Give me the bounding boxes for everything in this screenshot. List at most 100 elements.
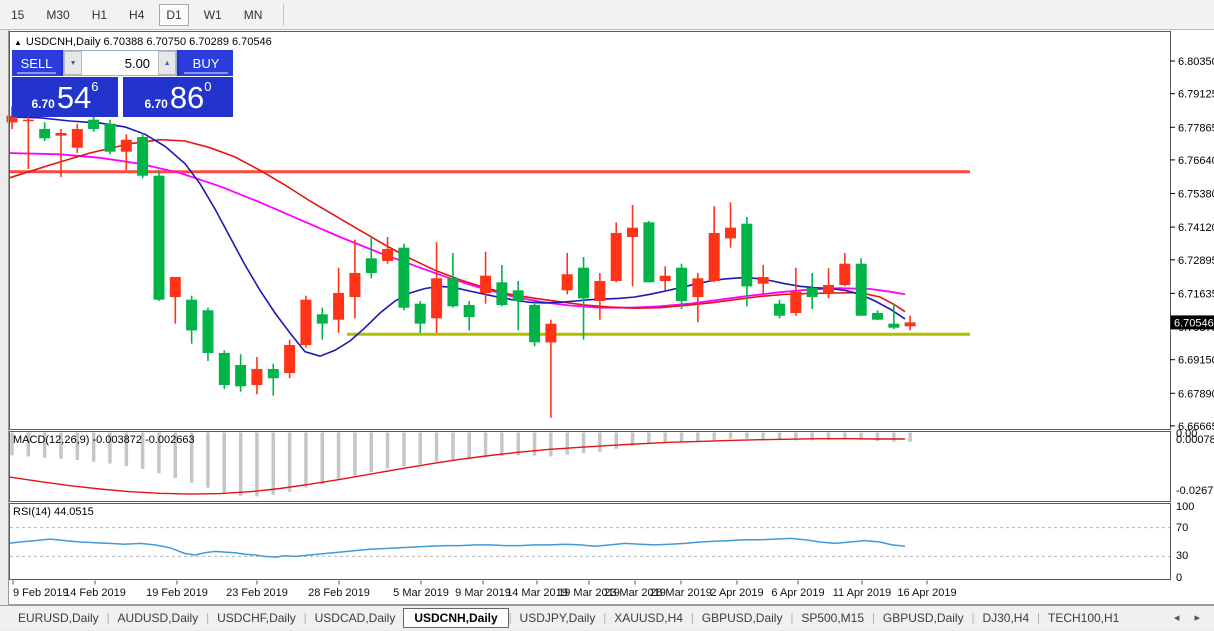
candle-body — [56, 133, 67, 136]
date-tick-label: 14 Feb 2019 — [64, 587, 126, 599]
chart-tab-usdcnh-daily[interactable]: USDCNH,Daily — [403, 608, 508, 628]
chart-tab-dj30-h4[interactable]: DJ30,H4 — [974, 608, 1037, 628]
chart-tab-bar: EURUSD,Daily|AUDUSD,Daily|USDCHF,Daily|U… — [0, 605, 1214, 630]
timeframe-button-15[interactable]: 15 — [4, 4, 31, 26]
candle-body — [872, 313, 883, 320]
candle-body — [317, 314, 328, 323]
candle-body — [121, 140, 132, 152]
candle-body — [219, 353, 230, 385]
candle-body — [105, 124, 116, 152]
candle-body — [382, 249, 393, 261]
macd-bar — [761, 433, 765, 440]
chart-tab-usdjpy-daily[interactable]: USDJPY,Daily — [512, 608, 604, 628]
sell-button[interactable]: SELL — [12, 50, 61, 76]
volume-increase-icon[interactable]: ▲ — [158, 51, 176, 75]
candle-body — [251, 369, 262, 385]
date-tick-label: 28 Feb 2019 — [308, 587, 370, 599]
candle-body — [709, 233, 720, 281]
macd-bar — [419, 433, 423, 465]
buy-price-box[interactable]: 6.70 86 0 — [123, 77, 233, 117]
current-price-badge-label: 6.70546 — [1174, 317, 1214, 329]
timeframe-button-M30[interactable]: M30 — [39, 4, 76, 26]
macd-bar — [223, 433, 227, 493]
timeframe-button-H1[interactable]: H1 — [85, 4, 114, 26]
candle-body — [741, 224, 752, 287]
buy-price-prefix: 6.70 — [144, 97, 167, 111]
chart-tab-xauusd-h4[interactable]: XAUUSD,H4 — [606, 608, 691, 628]
price-tick-label: 6.67890 — [1178, 388, 1214, 400]
candle-body — [611, 233, 622, 281]
macd-bar — [272, 433, 276, 495]
date-tick-label: 9 Mar 2019 — [455, 587, 511, 599]
macd-bar — [712, 433, 716, 441]
macd-bar — [255, 433, 259, 497]
sell-button-label: SELL — [21, 56, 53, 71]
macd-bar — [353, 433, 357, 476]
sell-price-prefix: 6.70 — [31, 97, 54, 111]
candle-body — [725, 228, 736, 239]
timeframe-button-W1[interactable]: W1 — [197, 4, 229, 26]
buy-price-main: 86 — [170, 83, 204, 113]
candle-body — [790, 292, 801, 313]
macd-bar — [615, 433, 619, 449]
candle-body — [807, 288, 818, 297]
chart-tab-audusd-daily[interactable]: AUDUSD,Daily — [110, 608, 207, 628]
macd-indicator-label: MACD(12,26,9) -0.003872 -0.002663 — [13, 434, 195, 446]
macd-bar — [566, 433, 570, 455]
price-tick-label: 6.79125 — [1178, 89, 1214, 101]
sell-price-main: 54 — [57, 83, 91, 113]
chart-tab-usdchf-daily[interactable]: USDCHF,Daily — [209, 608, 304, 628]
toolbar-separator — [283, 4, 284, 26]
macd-bar — [321, 433, 325, 485]
timeframe-button-MN[interactable]: MN — [237, 4, 270, 26]
candle-body — [137, 137, 148, 176]
candle-body — [333, 293, 344, 320]
candle-body — [39, 129, 50, 138]
indicator-axis-label: 100 — [1176, 501, 1194, 513]
chart-tab-eurusd-daily[interactable]: EURUSD,Daily — [10, 608, 107, 628]
macd-bar — [288, 433, 292, 492]
chart-tab-usdcad-daily[interactable]: USDCAD,Daily — [307, 608, 404, 628]
macd-bar — [500, 433, 504, 457]
candle-body — [578, 268, 589, 299]
candle-body — [529, 305, 540, 342]
macd-bar — [663, 433, 667, 443]
chart-tab-sp500-m15[interactable]: SP500,M15 — [793, 608, 872, 628]
candle-body — [398, 248, 409, 308]
candle-body — [170, 277, 181, 297]
candle-body — [660, 276, 671, 281]
timeframe-button-H4[interactable]: H4 — [122, 4, 151, 26]
price-tick-label: 6.76640 — [1178, 155, 1214, 167]
candle-body — [839, 264, 850, 285]
date-tick-label: 11 Apr 2019 — [833, 587, 892, 599]
sell-price-box[interactable]: 6.70 54 6 — [12, 77, 118, 117]
candle-body — [905, 322, 916, 326]
collapse-triangle-icon[interactable]: ▲ — [14, 38, 22, 47]
buy-button[interactable]: BUY — [179, 50, 233, 76]
candle-body — [447, 278, 458, 306]
one-click-trade-panel: SELL ▼ 5.00 ▲ BUY 6.70 54 6 6.70 86 — [12, 50, 233, 117]
candle-body — [823, 285, 834, 293]
volume-input[interactable]: 5.00 — [82, 51, 158, 75]
chart-tab-tech100-h1[interactable]: TECH100,H1 — [1040, 608, 1127, 628]
tab-scroll-arrows[interactable]: ◂ ▸ — [1174, 611, 1206, 624]
macd-bar — [468, 433, 472, 459]
indicator-axis-label: 30 — [1176, 550, 1188, 562]
chart-tab-gbpusd-daily[interactable]: GBPUSD,Daily — [694, 608, 791, 628]
date-tick-label: 23 Feb 2019 — [226, 587, 288, 599]
date-tick-label: 6 Apr 2019 — [771, 587, 824, 599]
macd-bar — [370, 433, 374, 473]
candle-body — [415, 304, 426, 324]
macd-bar — [304, 433, 308, 488]
candle-body — [513, 290, 524, 301]
candle-body — [692, 278, 703, 297]
candle-body — [464, 305, 475, 317]
chart-tab-gbpusd-daily[interactable]: GBPUSD,Daily — [875, 608, 972, 628]
candle-body — [758, 277, 769, 284]
volume-decrease-icon[interactable]: ▼ — [64, 51, 82, 75]
buy-price-pip: 0 — [204, 79, 211, 94]
candle-body — [888, 324, 899, 328]
date-tick-label: 2 Apr 2019 — [710, 587, 763, 599]
macd-bar — [908, 433, 912, 442]
timeframe-button-D1[interactable]: D1 — [159, 4, 188, 26]
